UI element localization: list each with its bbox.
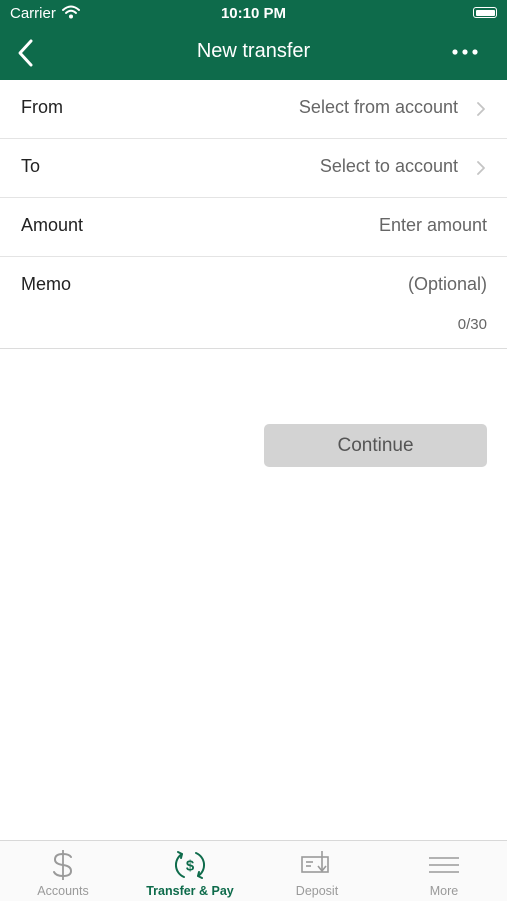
amount-label: Amount [21, 215, 84, 235]
dollar-icon [53, 850, 73, 880]
memo-input[interactable]: (Optional) [408, 274, 487, 295]
from-account-value: Select from account [298, 97, 458, 117]
tab-label: Transfer & Pay [146, 884, 234, 898]
tab-label: More [429, 884, 459, 898]
tab-label: Deposit [295, 884, 339, 898]
to-label: To [21, 156, 41, 176]
to-account-row[interactable]: To Select to account [0, 139, 507, 198]
memo-row[interactable]: Memo (Optional) 0/30 [0, 257, 507, 349]
tab-label: Accounts [37, 884, 89, 898]
tab-more[interactable]: More [381, 841, 507, 901]
check-deposit-icon [301, 851, 329, 873]
tab-transfer-pay[interactable]: $ Transfer & Pay [127, 841, 253, 901]
svg-text:$: $ [186, 858, 195, 875]
status-time: 10:10 PM [220, 5, 287, 22]
battery-icon [473, 7, 497, 18]
tab-accounts[interactable]: Accounts [0, 841, 126, 901]
chevron-right-icon [477, 102, 485, 116]
tab-deposit[interactable]: Deposit [254, 841, 380, 901]
more-options-icon[interactable] [451, 44, 479, 60]
page-title: New transfer [196, 40, 311, 62]
memo-character-counter: 0/30 [457, 316, 487, 333]
amount-row[interactable]: Amount Enter amount [0, 198, 507, 257]
memo-label: Memo [21, 274, 72, 294]
from-label: From [21, 97, 63, 117]
from-account-row[interactable]: From Select from account [0, 80, 507, 139]
to-account-value: Select to account [319, 156, 458, 176]
chevron-right-icon [477, 161, 485, 175]
transfer-icon: $ [175, 851, 205, 879]
continue-button[interactable]: Continue [264, 424, 487, 467]
menu-icon [429, 857, 459, 873]
transfer-form: From Select from account To Select to ac… [0, 80, 507, 349]
app-header: Carrier 10:10 PM New transfer [0, 0, 507, 80]
tab-bar: Accounts $ Transfer & Pay Deposit More [0, 840, 507, 901]
status-bar: Carrier 10:10 PM [0, 0, 507, 28]
amount-input[interactable]: Enter amount [379, 215, 487, 236]
